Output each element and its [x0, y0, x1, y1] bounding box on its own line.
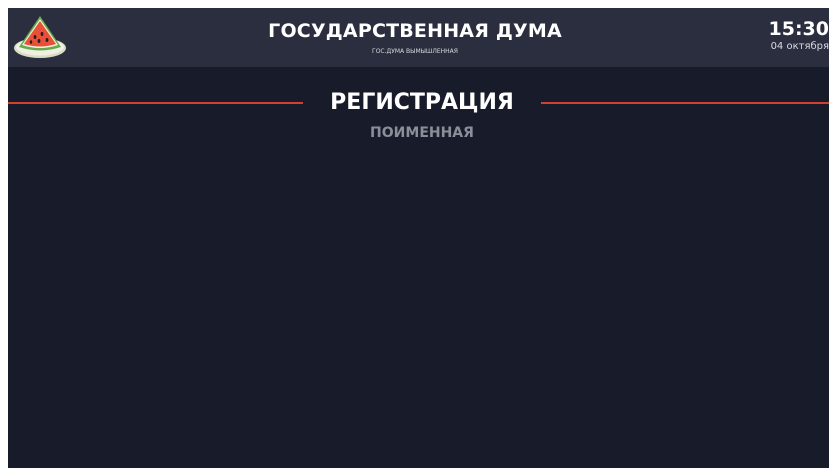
assembly-title-block: ГОСУДАРСТВЕННАЯ ДУМА ГОС.ДУМА ВЫМЫШЛЕННА… [208, 19, 622, 57]
section-rule-right [541, 102, 829, 104]
section-rule-left [8, 102, 303, 104]
clock: 15:30 04 октября [749, 18, 829, 53]
section-title: РЕГИСТРАЦИЯ [330, 90, 514, 115]
clock-time: 15:30 [768, 18, 829, 40]
clock-date: 04 октября [770, 41, 829, 52]
app-screen: ГОСУДАРСТВЕННАЯ ДУМА ГОС.ДУМА ВЫМЫШЛЕННА… [8, 8, 829, 468]
watermelon-icon [11, 10, 69, 62]
section-subtitle: ПОИМЕННАЯ [370, 125, 474, 141]
top-header: ГОСУДАРСТВЕННАЯ ДУМА ГОС.ДУМА ВЫМЫШЛЕННА… [8, 8, 829, 67]
assembly-title: ГОСУДАРСТВЕННАЯ ДУМА [268, 20, 562, 42]
assembly-subtitle: ГОС.ДУМА ВЫМЫШЛЕННАЯ [372, 48, 458, 55]
